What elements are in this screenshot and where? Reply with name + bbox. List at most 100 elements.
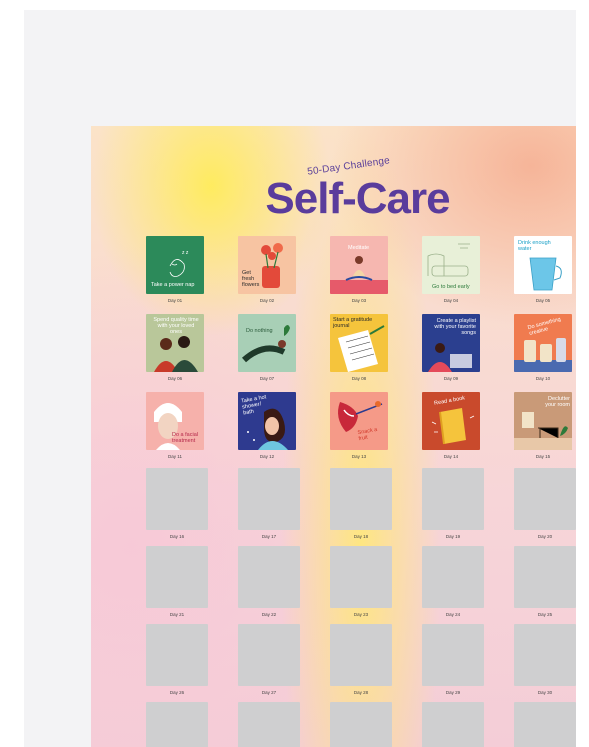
day-label: Day 18 xyxy=(353,534,369,539)
day-card-24: Day 24 xyxy=(422,546,484,617)
empty-tile xyxy=(514,468,576,530)
day-label: Day 25 xyxy=(537,612,553,617)
day-card-next xyxy=(422,702,484,747)
day-card-26: Day 26 xyxy=(146,624,208,695)
day-card-16: Day 16 xyxy=(146,468,208,539)
day-label: Day 29 xyxy=(445,690,461,695)
meditate-illustration: Meditate xyxy=(330,236,388,294)
empty-tile xyxy=(422,468,484,530)
journal-illustration: Start a gratitude journal xyxy=(330,314,388,372)
shower-illustration: Take a hot shower/ bath xyxy=(238,392,296,450)
water-illustration: Drink enough water xyxy=(514,236,572,294)
day-label: Day 22 xyxy=(261,612,277,617)
day-label: Day 24 xyxy=(445,612,461,617)
day-card-07: Do nothing Day 07 xyxy=(238,314,300,381)
empty-tile xyxy=(422,546,484,608)
day-label: Day 27 xyxy=(261,690,277,695)
day-label: Day 09 xyxy=(443,376,459,381)
day-label: Day 05 xyxy=(535,298,551,303)
empty-tile xyxy=(238,546,300,608)
empty-tile xyxy=(514,702,576,747)
empty-tile xyxy=(330,468,392,530)
empty-tile xyxy=(422,702,484,747)
day-label: Day 12 xyxy=(259,454,275,459)
empty-tile xyxy=(238,702,300,747)
flowers-illustration: Get fresh flowers xyxy=(238,236,296,294)
day-card-30: Day 30 xyxy=(514,624,576,695)
day-label: Day 16 xyxy=(169,534,185,539)
day-label: Day 15 xyxy=(535,454,551,459)
day-card-13: Snack a fruit Day 13 xyxy=(330,392,392,459)
day-label: Day 03 xyxy=(351,298,367,303)
day-label: Day 14 xyxy=(443,454,459,459)
tile-caption: Do a facial treatment xyxy=(172,432,198,444)
lounging-person-icon xyxy=(241,325,290,363)
empty-tile xyxy=(330,702,392,747)
day-label: Day 20 xyxy=(537,534,553,539)
day-card-next xyxy=(514,702,576,747)
day-card-05: Drink enough water Day 05 xyxy=(514,236,576,303)
day-card-next xyxy=(238,702,300,747)
bed-illustration: Go to bed early xyxy=(422,236,480,294)
day-label: Day 02 xyxy=(259,298,275,303)
day-card-03: Meditate Day 03 xyxy=(330,236,392,303)
day-label: Day 28 xyxy=(353,690,369,695)
day-label: Day 06 xyxy=(167,376,183,381)
empty-tile xyxy=(514,624,576,686)
day-label: Day 04 xyxy=(443,298,459,303)
day-card-18: Day 18 xyxy=(330,468,392,539)
svg-text:z z: z z xyxy=(182,250,189,256)
day-card-11: Do a facial treatment Day 11 xyxy=(146,392,208,459)
challenge-poster: 50-Day Challenge Self-Care z z Take a po… xyxy=(91,126,576,747)
tile-caption: Do nothing xyxy=(246,328,273,334)
book-illustration: Read a book xyxy=(422,392,480,450)
day-card-28: Day 28 xyxy=(330,624,392,695)
day-label: Day 13 xyxy=(351,454,367,459)
day-card-04: Go to bed early Day 04 xyxy=(422,236,484,303)
do-nothing-illustration: Do nothing xyxy=(238,314,296,372)
day-label: Day 07 xyxy=(259,376,275,381)
day-card-19: Day 19 xyxy=(422,468,484,539)
fruit-illustration: Snack a fruit xyxy=(330,392,388,450)
empty-tile xyxy=(330,624,392,686)
empty-tile xyxy=(422,624,484,686)
day-label: Day 10 xyxy=(535,376,551,381)
empty-tile xyxy=(330,546,392,608)
day-card-23: Day 23 xyxy=(330,546,392,617)
playlist-illustration: Create a playlist with your favorite son… xyxy=(422,314,480,372)
day-card-14: Read a book Day 14 xyxy=(422,392,484,459)
tile-caption: Spend quality time with your loved ones xyxy=(153,317,199,335)
day-card-06: Spend quality time with your loved ones … xyxy=(146,314,208,381)
day-label: Day 08 xyxy=(351,376,367,381)
facial-illustration: Do a facial treatment xyxy=(146,392,204,450)
day-label: Day 30 xyxy=(537,690,553,695)
tile-caption: Start a gratitude journal xyxy=(333,317,373,329)
day-card-01: z z Take a power nap Day 01 xyxy=(146,236,208,303)
tile-caption: Take a power nap xyxy=(151,282,195,288)
day-card-22: Day 22 xyxy=(238,546,300,617)
day-card-27: Day 27 xyxy=(238,624,300,695)
day-label: Day 23 xyxy=(353,612,369,617)
tile-caption: Drink enough water xyxy=(518,240,551,252)
day-card-08: Start a gratitude journal Day 08 xyxy=(330,314,392,381)
empty-tile xyxy=(514,546,576,608)
tile-caption: Meditate xyxy=(348,245,370,251)
day-card-next xyxy=(330,702,392,747)
day-card-02: Get fresh flowers Day 02 xyxy=(238,236,300,303)
day-label: Day 19 xyxy=(445,534,461,539)
tile-caption: Create a playlist with your favorite son… xyxy=(434,318,476,336)
empty-tile xyxy=(146,468,208,530)
day-card-09: Create a playlist with your favorite son… xyxy=(422,314,484,381)
day-label: Day 17 xyxy=(261,534,277,539)
empty-tile xyxy=(238,624,300,686)
day-label: Day 26 xyxy=(169,690,185,695)
day-card-20: Day 20 xyxy=(514,468,576,539)
day-label: Day 01 xyxy=(167,298,183,303)
declutter-illustration: Declutter your room xyxy=(514,392,572,450)
day-card-17: Day 17 xyxy=(238,468,300,539)
empty-tile xyxy=(146,546,208,608)
empty-tile xyxy=(146,624,208,686)
day-label: Day 11 xyxy=(168,454,182,459)
empty-tile xyxy=(238,468,300,530)
loved-ones-illustration: Spend quality time with your loved ones xyxy=(146,314,204,372)
